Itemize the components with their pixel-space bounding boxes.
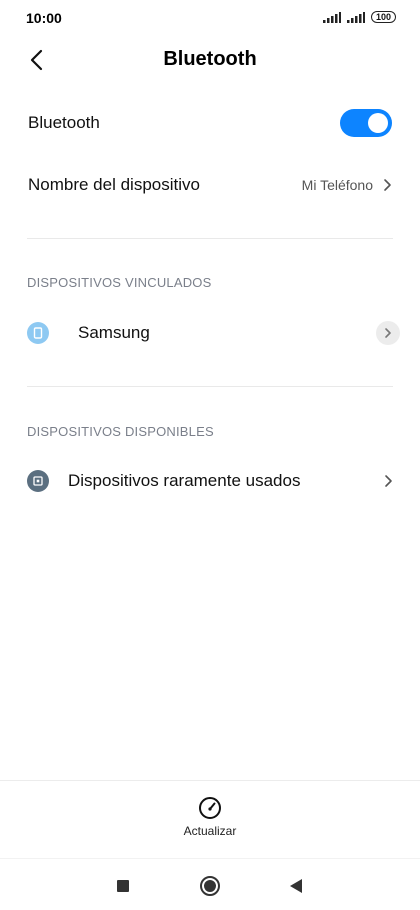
battery-icon: 100: [370, 11, 396, 23]
back-triangle-icon: [290, 879, 302, 893]
rarely-used-devices-label: Dispositivos raramente usados: [68, 471, 301, 490]
phone-icon: [27, 322, 49, 344]
device-details-button[interactable]: [376, 321, 400, 345]
refresh-gauge-icon: [199, 797, 221, 819]
bottom-divider: [0, 780, 420, 781]
chevron-right-icon: [384, 179, 391, 191]
device-name-value: Mi Teléfono: [301, 177, 373, 193]
back-nav-button[interactable]: [282, 872, 310, 900]
refresh-button[interactable]: Actualizar: [160, 796, 260, 844]
divider: [27, 386, 393, 387]
status-icons: 100: [322, 11, 396, 23]
home-button[interactable]: [196, 872, 224, 900]
recents-button[interactable]: [109, 872, 137, 900]
device-name-row[interactable]: Nombre del dispositivo Mi Teléfono: [0, 162, 420, 208]
signal-icon: [322, 11, 341, 23]
system-nav-bar: [0, 866, 420, 906]
signal-icon-2: [346, 11, 365, 23]
status-bar: 10:00 100: [0, 0, 420, 36]
bluetooth-row: Bluetooth: [0, 100, 420, 146]
rarely-used-devices-row[interactable]: Dispositivos raramente usados: [0, 458, 420, 504]
chevron-right-icon: [385, 328, 391, 338]
page-title: Bluetooth: [163, 48, 257, 70]
device-box-icon: [27, 470, 49, 492]
chevron-right-icon: [385, 475, 392, 487]
device-name-label: Nombre del dispositivo: [28, 175, 200, 194]
paired-device-name: Samsung: [78, 323, 150, 342]
divider: [27, 238, 393, 239]
nav-divider: [0, 858, 420, 859]
bluetooth-label: Bluetooth: [28, 113, 100, 132]
device-name-right: Mi Teléfono: [302, 177, 392, 193]
available-section-header: DISPOSITIVOS DISPONIBLES: [27, 424, 214, 439]
square-icon: [117, 880, 129, 892]
home-circle-icon: [200, 876, 220, 896]
paired-section-header: DISPOSITIVOS VINCULADOS: [27, 275, 212, 290]
bluetooth-toggle[interactable]: [340, 109, 392, 137]
paired-device-row[interactable]: Samsung: [0, 310, 420, 356]
toggle-knob: [368, 113, 388, 133]
refresh-label: Actualizar: [183, 824, 237, 838]
status-time: 10:00: [26, 10, 62, 26]
header: Bluetooth: [0, 36, 420, 84]
